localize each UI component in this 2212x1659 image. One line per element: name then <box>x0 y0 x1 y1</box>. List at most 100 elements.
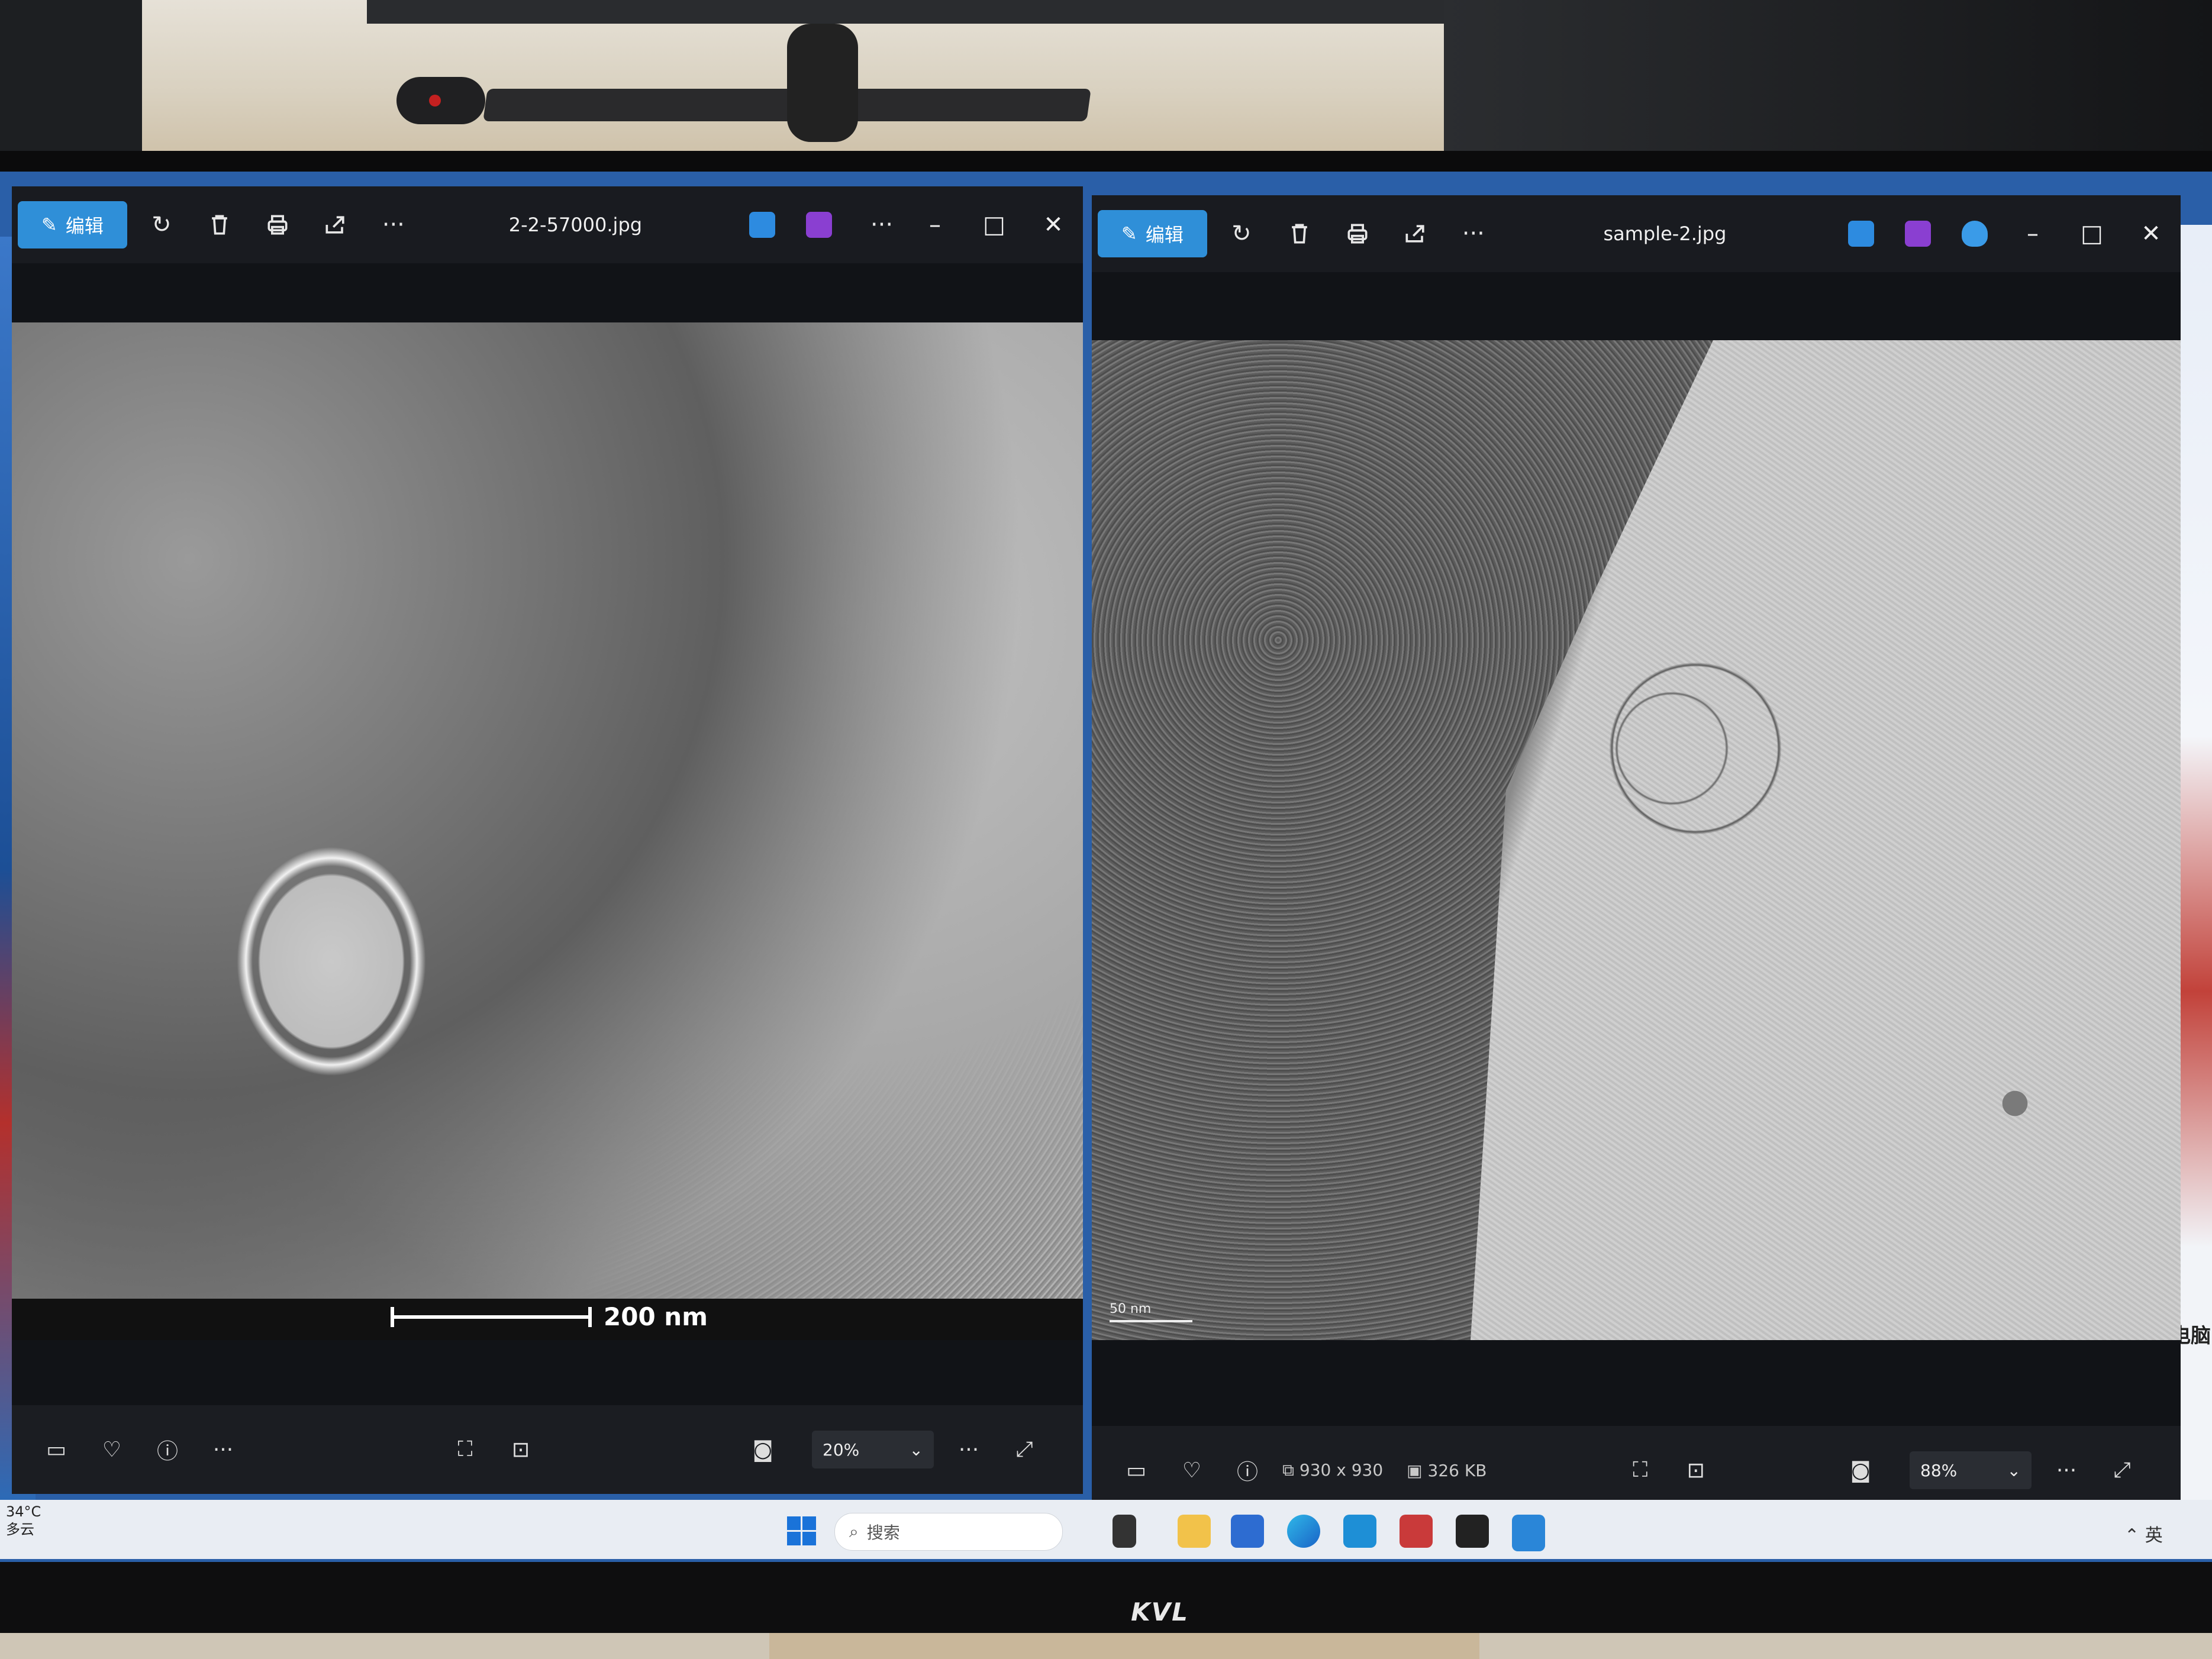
rotate-button[interactable]: ↻ <box>138 201 185 248</box>
edit-button-label: 编辑 <box>65 215 104 237</box>
actual-size-button[interactable]: ⊡ <box>500 1429 541 1470</box>
minimize-button[interactable]: – <box>905 201 965 248</box>
fit-to-window-button[interactable]: ⛶ <box>444 1429 486 1470</box>
background-stand <box>787 24 858 142</box>
dimensions-icon: ⧉ <box>1282 1460 1300 1480</box>
info-button[interactable]: ⓘ <box>147 1429 188 1470</box>
system-tray[interactable]: ⌃ 英 <box>2124 1521 2163 1547</box>
more-button[interactable]: ··· <box>948 1429 989 1470</box>
background-mouse <box>396 77 485 124</box>
expand-icon: ⤢ <box>2113 1458 2131 1482</box>
temperature: 34°C <box>6 1503 41 1520</box>
close-icon: ✕ <box>2141 220 2161 247</box>
share-button[interactable] <box>312 201 359 248</box>
edit-button[interactable]: ✎ 编辑 <box>18 201 127 248</box>
heart-icon: ♡ <box>102 1437 122 1462</box>
filmstrip-button[interactable]: ▭ <box>36 1429 77 1470</box>
start-button[interactable] <box>787 1516 817 1546</box>
close-button[interactable]: ✕ <box>2121 210 2181 257</box>
vscode-icon[interactable] <box>1343 1515 1376 1548</box>
terminal-icon[interactable] <box>1456 1515 1489 1548</box>
image-canvas[interactable]: 200 nm <box>12 322 1083 1340</box>
delete-button[interactable] <box>196 201 243 248</box>
actual-size-icon: ⊡ <box>511 1437 530 1462</box>
rotate-button[interactable]: ↻ <box>1218 210 1265 257</box>
chevron-down-icon: ⌄ <box>2007 1460 2021 1480</box>
minimize-icon: – <box>929 211 941 238</box>
scale-bar-label: 50 nm <box>1110 1302 1152 1316</box>
more-button[interactable]: ··· <box>2046 1450 2087 1491</box>
expand-icon: ⤢ <box>1015 1437 1033 1461</box>
screenshot-button[interactable]: ◙ <box>1840 1450 1881 1491</box>
maximize-button[interactable]: □ <box>2062 210 2121 257</box>
search-placeholder: 搜索 <box>866 1523 900 1542</box>
minimize-icon: – <box>2027 220 2039 247</box>
fit-to-window-button[interactable]: ⛶ <box>1620 1450 1661 1491</box>
more-button[interactable]: ··· <box>370 201 417 248</box>
photo-viewer-window-left[interactable]: ✎ 编辑 ↻ ··· 2-2-57000.jpg ··· – □ ✕ 200 n… <box>12 186 1083 1494</box>
more-options-button[interactable]: ··· <box>858 201 905 248</box>
favorite-button[interactable]: ♡ <box>91 1429 133 1470</box>
camera-icon: ◙ <box>752 1437 773 1462</box>
windows-logo-icon <box>787 1516 801 1530</box>
camera-icon: ◙ <box>1850 1458 1871 1483</box>
maximize-icon: □ <box>2081 220 2103 247</box>
printer-icon <box>267 215 288 235</box>
clipchamp-icon[interactable] <box>806 212 832 238</box>
filmstrip-icon: ▭ <box>46 1437 66 1462</box>
taskbar <box>0 1500 2212 1559</box>
rotate-icon: ↻ <box>151 211 172 238</box>
zoom-select[interactable]: 88% ⌄ <box>1910 1451 2032 1489</box>
clipchamp-icon[interactable] <box>1905 221 1931 247</box>
photos-taskbar-icon[interactable] <box>1512 1515 1545 1551</box>
edge-browser-icon[interactable] <box>1287 1515 1320 1548</box>
fullscreen-button[interactable]: ⤢ <box>1004 1429 1045 1470</box>
screenshot-button[interactable]: ◙ <box>742 1429 783 1470</box>
more-button[interactable]: ··· <box>1450 210 1497 257</box>
favorite-button[interactable]: ♡ <box>1171 1450 1213 1491</box>
onedrive-icon[interactable] <box>1962 221 1988 247</box>
trash-icon <box>211 215 227 235</box>
weather-condition: 多云 <box>6 1521 34 1538</box>
photos-app-icon[interactable] <box>1848 221 1874 247</box>
more-button[interactable]: ··· <box>202 1429 244 1470</box>
share-button[interactable] <box>1392 210 1439 257</box>
filmstrip-icon: ▭ <box>1126 1458 1146 1483</box>
heart-icon: ♡ <box>1182 1458 1202 1483</box>
store-icon[interactable] <box>1231 1515 1264 1548</box>
search-icon: ⌕ <box>849 1522 859 1541</box>
zoom-value: 88% <box>1920 1460 1958 1480</box>
tem-micrograph-image <box>12 322 1083 1340</box>
trash-icon <box>1291 224 1307 244</box>
more-icon: ··· <box>1462 220 1485 247</box>
photos-app-icon[interactable] <box>749 212 775 238</box>
taskbar-app-widget[interactable] <box>1113 1515 1136 1548</box>
edit-button[interactable]: ✎ 编辑 <box>1098 210 1207 257</box>
background-monitor-left <box>0 0 142 154</box>
background-monitor-center <box>367 0 1444 24</box>
file-explorer-icon[interactable] <box>1178 1515 1211 1548</box>
zoom-select[interactable]: 20% ⌄ <box>812 1431 934 1468</box>
taskbar-search[interactable]: ⌕ 搜索 <box>834 1513 1063 1551</box>
close-icon: ✕ <box>1043 211 1063 238</box>
share-icon <box>1405 225 1424 243</box>
minimize-button[interactable]: – <box>2003 210 2062 257</box>
actual-size-button[interactable]: ⊡ <box>1675 1450 1717 1491</box>
actual-size-icon: ⊡ <box>1687 1458 1705 1483</box>
filmstrip-button[interactable]: ▭ <box>1115 1450 1157 1491</box>
print-button[interactable] <box>1334 210 1381 257</box>
photo-viewer-window-right[interactable]: ✎ 编辑 ↻ ··· sample-2.jpg – □ ✕ 50 nm ▭ ♡ … <box>1092 195 2181 1515</box>
weather-widget[interactable]: 34°C 多云 <box>6 1503 41 1538</box>
close-button[interactable]: ✕ <box>1024 201 1083 248</box>
snipping-tool-icon[interactable] <box>1400 1515 1433 1548</box>
fullscreen-button[interactable]: ⤢ <box>2101 1450 2143 1491</box>
window-title: sample-2.jpg <box>1603 222 1727 245</box>
maximize-button[interactable]: □ <box>965 201 1024 248</box>
image-canvas[interactable]: 50 nm <box>1092 340 2181 1340</box>
delete-button[interactable] <box>1276 210 1323 257</box>
print-button[interactable] <box>254 201 301 248</box>
info-button[interactable]: ⓘ <box>1227 1450 1268 1491</box>
title-bar: ✎ 编辑 ↻ ··· sample-2.jpg – □ ✕ <box>1092 195 2181 272</box>
ime-indicator: 英 <box>2145 1525 2163 1546</box>
printer-icon <box>1347 224 1368 244</box>
